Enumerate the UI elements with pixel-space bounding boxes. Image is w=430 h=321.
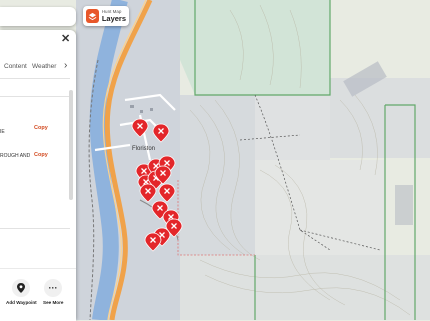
add-waypoint-button[interactable]: [12, 279, 30, 297]
copy-button[interactable]: Copy: [34, 152, 48, 158]
layers-button[interactable]: Hunt Map Layers: [83, 6, 129, 26]
action-bar: Add Waypoint ··· See More: [0, 268, 76, 321]
chevron-right-icon[interactable]: ›: [64, 60, 67, 71]
add-waypoint-label: Add Waypoint: [6, 300, 37, 305]
pin-icon: [17, 283, 25, 293]
search-bar[interactable]: [0, 7, 76, 26]
tab-content[interactable]: Content: [4, 63, 27, 70]
more-icon: ···: [48, 282, 58, 293]
town-label: Floriston: [132, 146, 155, 152]
tab-weather[interactable]: Weather: [32, 63, 56, 70]
divider: [0, 96, 70, 97]
row-text: IE: [0, 129, 5, 135]
see-more-button[interactable]: ···: [44, 279, 62, 297]
layers-icon: [86, 9, 99, 23]
layers-label: Layers: [101, 13, 126, 23]
close-icon[interactable]: ✕: [61, 32, 70, 45]
copy-button[interactable]: Copy: [34, 125, 48, 131]
divider: [0, 228, 70, 229]
see-more-label: See More: [43, 300, 64, 305]
panel-tabs: Content Weather ›: [0, 60, 76, 74]
row-text: ROUGH AND: [0, 153, 31, 159]
divider: [0, 78, 70, 79]
scrollbar[interactable]: [69, 90, 73, 200]
